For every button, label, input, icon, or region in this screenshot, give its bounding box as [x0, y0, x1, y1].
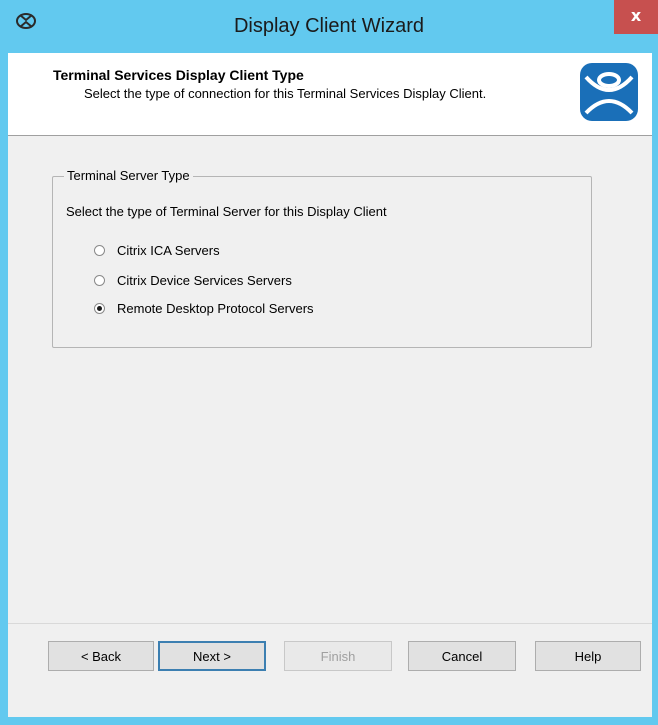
cancel-button[interactable]: Cancel [408, 641, 516, 671]
radio-citrix-ica[interactable]: Citrix ICA Servers [94, 241, 220, 259]
page-description: Select the type of connection for this T… [84, 86, 487, 101]
radio-button-icon [94, 274, 105, 286]
title-bar[interactable]: Display Client Wizard x [0, 0, 658, 52]
radio-label: Citrix ICA Servers [117, 242, 220, 258]
wizard-body: Terminal Services Display Client Type Se… [8, 53, 652, 717]
finish-button: Finish [284, 641, 392, 671]
close-button[interactable]: x [614, 0, 658, 34]
terminal-server-type-group [52, 176, 592, 348]
help-button[interactable]: Help [535, 641, 641, 671]
window-title: Display Client Wizard [233, 15, 425, 37]
wizard-window: Display Client Wizard x Terminal Service… [0, 0, 658, 725]
page-title: Terminal Services Display Client Type [53, 67, 304, 83]
radio-rdp-servers[interactable]: Remote Desktop Protocol Servers [94, 299, 314, 317]
next-button[interactable]: Next > [158, 641, 266, 671]
thintouch-logo-icon [580, 63, 638, 121]
radio-label: Citrix Device Services Servers [117, 272, 292, 288]
wizard-header: Terminal Services Display Client Type Se… [8, 53, 652, 136]
radio-citrix-device-services[interactable]: Citrix Device Services Servers [94, 271, 292, 289]
radio-button-checked-icon [94, 302, 105, 314]
footer-divider [8, 623, 652, 624]
radio-label: Remote Desktop Protocol Servers [117, 300, 314, 316]
group-legend: Terminal Server Type [64, 168, 193, 183]
radio-button-icon [94, 244, 105, 256]
group-prompt: Select the type of Terminal Server for t… [66, 204, 387, 219]
back-button[interactable]: < Back [48, 641, 154, 671]
